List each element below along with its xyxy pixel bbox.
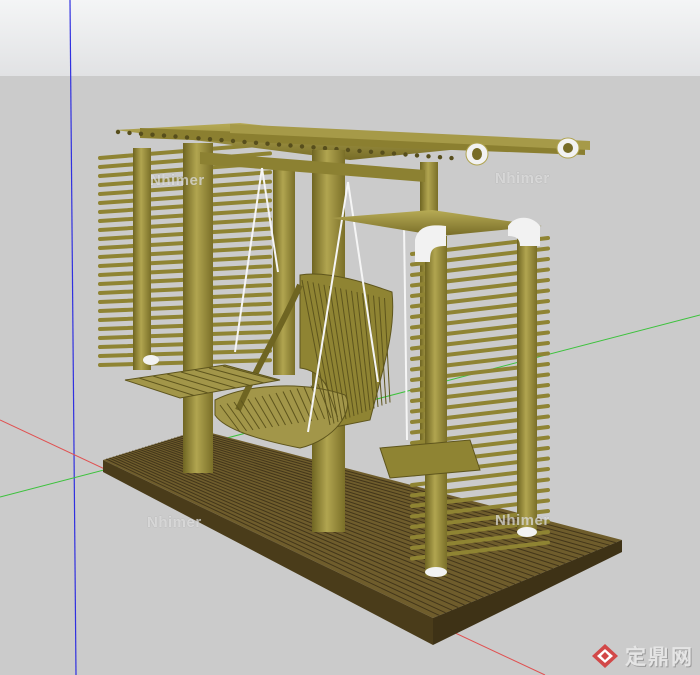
roof-pole-end <box>253 140 259 145</box>
roof-pole-end <box>242 139 247 145</box>
roof-pole-end <box>368 149 374 154</box>
roof-pole-end <box>196 136 201 141</box>
roof-pole-end <box>299 144 305 149</box>
watermark-3: Nhimer <box>147 514 202 531</box>
roof-pole-end <box>138 131 144 136</box>
site-logo: 定鼎网 <box>591 641 694 671</box>
post-back <box>273 165 295 375</box>
roof-pole-end <box>276 142 282 147</box>
model-viewport <box>0 0 700 675</box>
roof-pole-end <box>403 152 408 157</box>
roof-pole-end <box>449 155 454 161</box>
roof-pole-end <box>380 150 385 155</box>
roof-pole-end <box>311 145 316 150</box>
roof-pole-end <box>230 138 236 144</box>
watermark-1: Nhimer <box>150 172 205 189</box>
roof-pole-end <box>219 137 224 143</box>
roof-pole-end <box>207 137 213 142</box>
roof-pole-end <box>173 134 178 139</box>
watermark-4: Nhimer <box>495 512 550 529</box>
roof-pole-end <box>345 147 351 153</box>
roof-pole-end <box>437 155 443 160</box>
logo-text: 定鼎网 <box>625 645 694 669</box>
roof-pole-end <box>288 143 293 148</box>
post-left-front <box>183 143 213 473</box>
roof-pole-end <box>391 151 397 156</box>
diamond-logo-icon <box>592 644 618 668</box>
watermark-2: Nhimer <box>495 170 550 187</box>
roof-pole-end <box>426 154 431 159</box>
roof-pole-end <box>127 130 132 136</box>
roof-pole-end <box>161 133 167 138</box>
roof-pole-end <box>414 153 420 158</box>
roof-pole-end <box>184 135 190 140</box>
roof-pole-end <box>115 129 121 135</box>
sky <box>0 0 700 76</box>
roof-pole-end <box>150 132 155 137</box>
roof-pole-end <box>265 141 270 146</box>
roof-pole-end <box>357 148 362 154</box>
roof-pole-end <box>322 146 328 151</box>
